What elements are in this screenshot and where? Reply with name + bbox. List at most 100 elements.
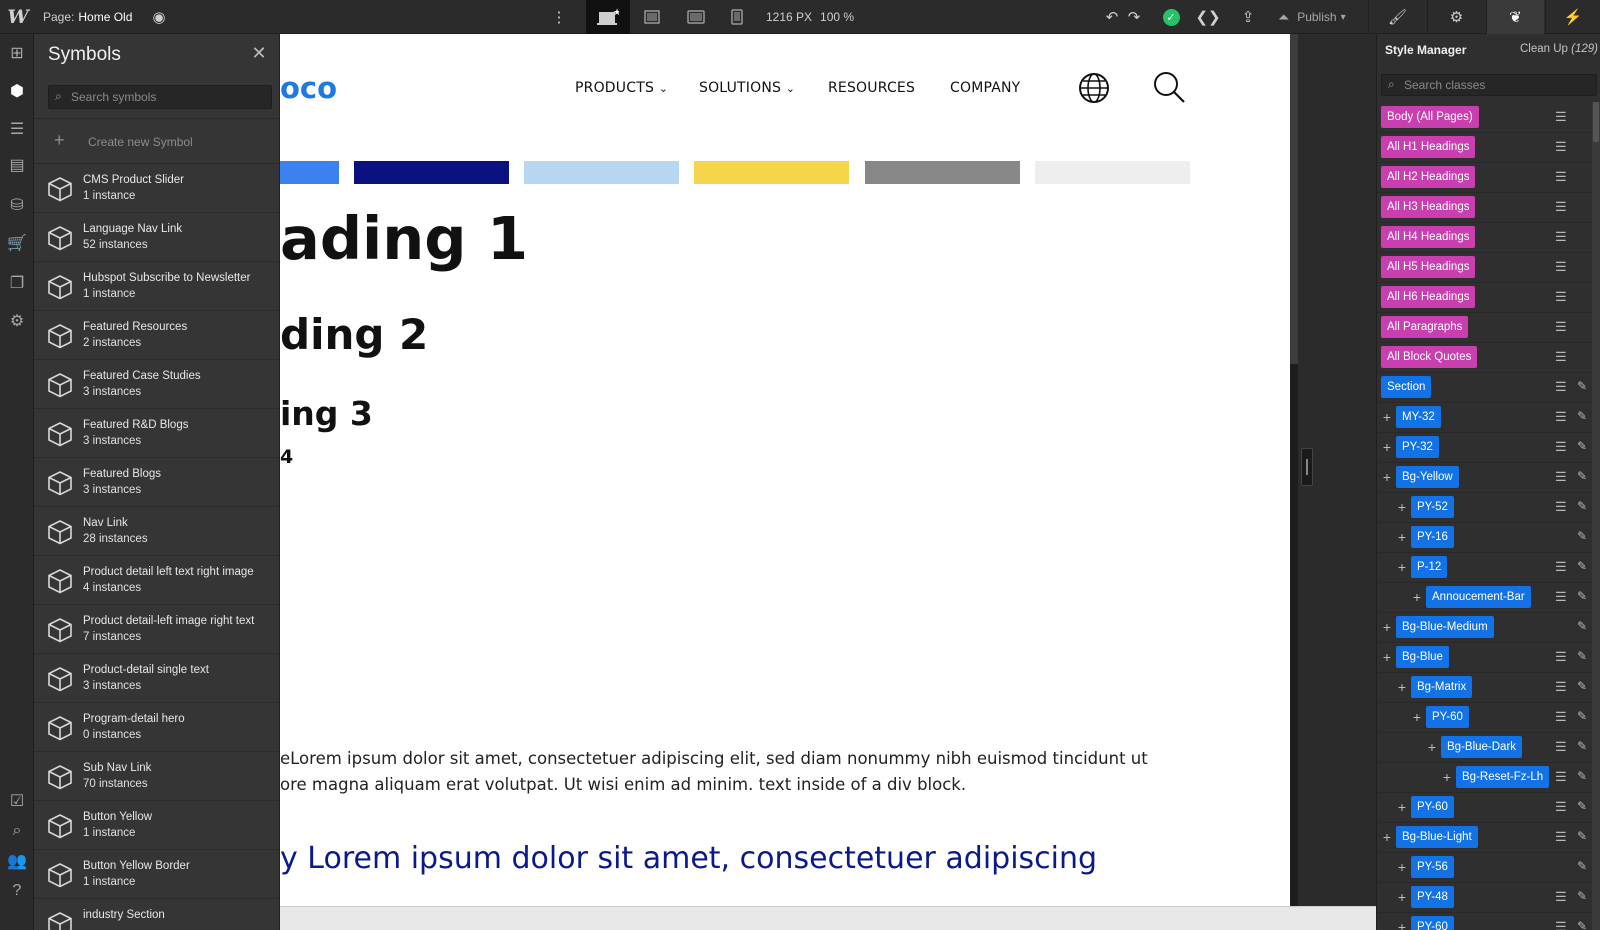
list-icon[interactable]: ☰ (1555, 559, 1567, 575)
navigator-icon[interactable]: ☰ (0, 112, 34, 146)
symbol-item[interactable]: Product-detail single text 3 instances (34, 655, 279, 703)
class-style-row[interactable]: + Bg-Blue ☰ ✎ (1377, 643, 1600, 673)
tablet-portrait-icon[interactable] (726, 0, 748, 34)
heading-1[interactable]: ading 1 (280, 204, 528, 273)
list-icon[interactable]: ☰ (1555, 139, 1567, 155)
class-tag[interactable]: PY-48 (1411, 886, 1454, 908)
class-tag[interactable]: MY-32 (1396, 406, 1441, 428)
class-tag[interactable]: Bg-Reset-Fz-Lh (1456, 766, 1550, 788)
audit-check-icon[interactable]: ☑ (0, 784, 34, 818)
tag-style-row[interactable]: All H2 Headings ☰ (1377, 163, 1600, 193)
settings-tab[interactable]: ⚙ (1427, 0, 1485, 34)
brush-icon[interactable]: ✎ (1577, 409, 1587, 423)
list-icon[interactable]: ☰ (1555, 259, 1567, 275)
create-symbol-button[interactable]: + Create new Symbol (34, 118, 279, 164)
blue-heading-text[interactable]: y Lorem ipsum dolor sit amet, consectetu… (280, 841, 1097, 876)
brush-icon[interactable]: ✎ (1577, 439, 1587, 453)
symbol-item[interactable]: Button Yellow Border 1 instance (34, 851, 279, 899)
class-style-row[interactable]: + Bg-Yellow ☰ ✎ (1377, 463, 1600, 493)
symbol-item[interactable]: Product detail left text right image 4 in… (34, 557, 279, 605)
symbol-item[interactable]: Featured Resources 2 instances (34, 312, 279, 360)
heading-3[interactable]: ing 3 (280, 394, 373, 433)
undo-icon[interactable]: ↶ (1102, 0, 1122, 34)
list-icon[interactable]: ☰ (1555, 319, 1567, 335)
heading-2[interactable]: ding 2 (280, 310, 428, 359)
symbol-item[interactable]: Featured R&D Blogs 3 instances (34, 410, 279, 458)
list-icon[interactable]: ☰ (1555, 919, 1567, 930)
brush-icon[interactable]: ✎ (1577, 529, 1587, 543)
class-tag[interactable]: Body (All Pages) (1381, 106, 1479, 128)
brush-icon[interactable]: ✎ (1577, 589, 1587, 603)
class-style-row[interactable]: + PY-60 ☰ ✎ (1377, 703, 1600, 733)
body-paragraph[interactable]: eLorem ipsum dolor sit amet, consectetue… (280, 746, 1225, 798)
symbol-item[interactable]: industry Section (34, 900, 279, 930)
class-tag[interactable]: All H3 Headings (1381, 196, 1476, 218)
color-swatch[interactable] (694, 161, 849, 184)
symbol-item[interactable]: Product detail-left image right text 7 in… (34, 606, 279, 654)
class-tag[interactable]: All H6 Headings (1381, 286, 1476, 308)
class-tag[interactable]: Bg-Matrix (1411, 676, 1473, 698)
style-manager-scrollbar[interactable] (1592, 102, 1600, 930)
list-icon[interactable]: ☰ (1555, 289, 1567, 305)
search-icon[interactable] (1152, 70, 1186, 104)
class-tag[interactable]: Section (1381, 376, 1432, 398)
redo-icon[interactable]: ↷ (1124, 0, 1144, 34)
list-icon[interactable]: ☰ (1555, 769, 1567, 785)
class-style-row[interactable]: Section ☰ ✎ (1377, 373, 1600, 403)
list-icon[interactable]: ☰ (1555, 109, 1567, 125)
class-tag[interactable]: All Block Quotes (1381, 346, 1478, 368)
globe-icon[interactable] (1078, 72, 1110, 104)
search-icon[interactable]: ⌕ (0, 814, 34, 848)
help-icon[interactable]: ? (0, 874, 34, 908)
publish-button[interactable]: ⏶ Publish ▾ (1278, 0, 1364, 34)
list-icon[interactable]: ☰ (1555, 439, 1567, 455)
class-tag[interactable]: Bg-Yellow (1396, 466, 1459, 488)
list-icon[interactable]: ☰ (1555, 679, 1567, 695)
list-icon[interactable]: ☰ (1555, 799, 1567, 815)
class-tag[interactable]: All H1 Headings (1381, 136, 1476, 158)
expand-plus-icon[interactable]: + (1381, 439, 1393, 455)
expand-plus-icon[interactable]: + (1396, 799, 1408, 815)
preview-eye-icon[interactable]: ◉ (148, 0, 170, 34)
list-icon[interactable]: ☰ (1555, 709, 1567, 725)
expand-plus-icon[interactable]: + (1381, 409, 1393, 425)
expand-plus-icon[interactable]: + (1381, 649, 1393, 665)
symbol-item[interactable]: Featured Case Studies 3 instances (34, 361, 279, 409)
brush-icon[interactable]: ✎ (1577, 469, 1587, 483)
style-manager-tab[interactable]: ❦ (1486, 0, 1544, 34)
class-search-input[interactable] (1404, 75, 1594, 95)
brush-icon[interactable]: ✎ (1577, 379, 1587, 393)
list-icon[interactable]: ☰ (1555, 379, 1567, 395)
class-tag[interactable]: PY-60 (1411, 916, 1454, 930)
brush-icon[interactable]: ✎ (1577, 889, 1587, 903)
class-tag[interactable]: PY-16 (1411, 526, 1454, 548)
class-tag[interactable]: All H2 Headings (1381, 166, 1476, 188)
canvas-scrollbar[interactable] (1290, 34, 1298, 906)
expand-plus-icon[interactable]: + (1441, 769, 1453, 785)
class-style-row[interactable]: + Bg-Blue-Light ☰ ✎ (1377, 823, 1600, 853)
collaborators-icon[interactable]: 👥 (0, 844, 34, 878)
tag-style-row[interactable]: All Block Quotes ☰ (1377, 343, 1600, 373)
list-icon[interactable]: ☰ (1555, 499, 1567, 515)
color-swatch[interactable] (280, 161, 339, 184)
class-style-row[interactable]: + PY-32 ☰ ✎ (1377, 433, 1600, 463)
symbol-item[interactable]: Nav Link 28 instances (34, 508, 279, 556)
color-swatch[interactable] (524, 161, 679, 184)
symbol-item[interactable]: Hubspot Subscribe to Newsletter 1 instanc… (34, 263, 279, 311)
symbol-item[interactable]: CMS Product Slider 1 instance (34, 165, 279, 213)
class-style-row[interactable]: + P-12 ☰ ✎ (1377, 553, 1600, 583)
heading-4[interactable]: 4 (280, 446, 293, 468)
brush-icon[interactable]: ✎ (1577, 559, 1587, 573)
close-icon[interactable]: ✕ (248, 42, 270, 64)
nav-company[interactable]: COMPANY (950, 80, 1020, 96)
tag-style-row[interactable]: All H5 Headings ☰ (1377, 253, 1600, 283)
expand-plus-icon[interactable]: + (1411, 589, 1423, 605)
list-icon[interactable]: ☰ (1555, 409, 1567, 425)
class-style-row[interactable]: + PY-48 ☰ ✎ (1377, 883, 1600, 913)
class-style-row[interactable]: + Bg-Reset-Fz-Lh ☰ ✎ (1377, 763, 1600, 793)
symbols-cube-icon[interactable]: ⬢ (0, 74, 34, 108)
symbol-item[interactable]: Program-detail hero 0 instances (34, 704, 279, 752)
symbol-item[interactable]: Featured Blogs 3 instances (34, 459, 279, 507)
class-tag[interactable]: All Paragraphs (1381, 316, 1469, 338)
expand-plus-icon[interactable]: + (1381, 469, 1393, 485)
